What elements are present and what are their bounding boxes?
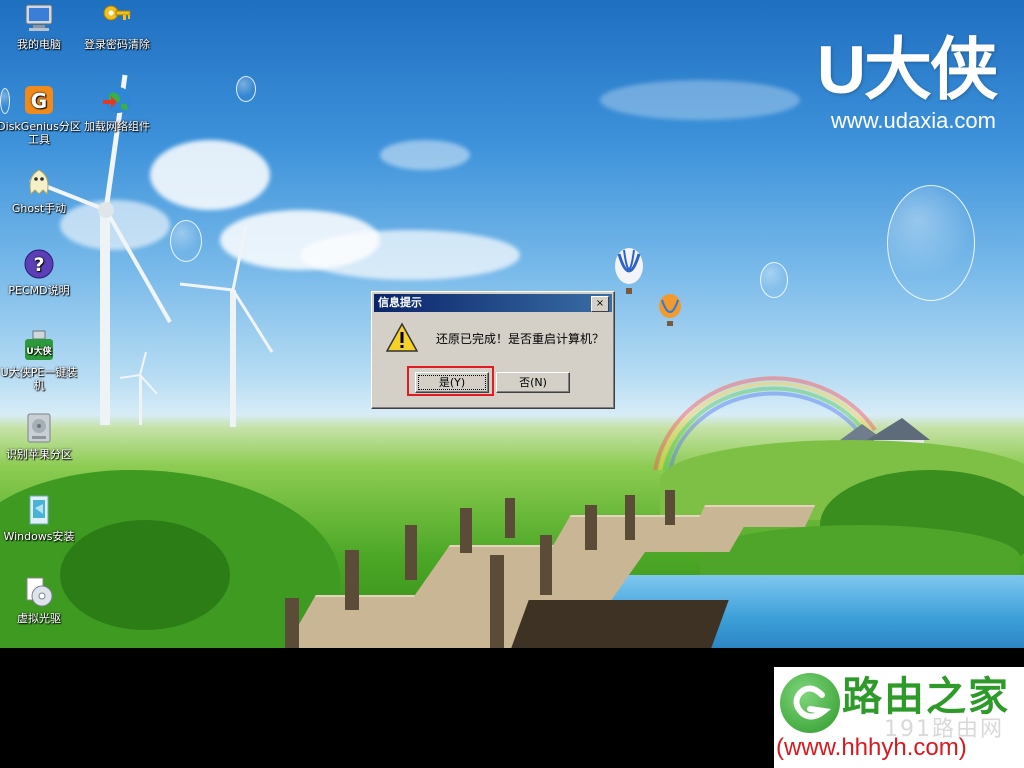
bubble [760,262,788,298]
virtual-cd-icon [23,576,55,608]
dialog-message: 还原已完成！是否重启计算机？ [436,332,605,346]
close-icon: × [595,298,605,309]
key-icon [101,2,133,34]
desktop-icon-windows-install[interactable]: Windows安装 [0,494,84,543]
windows-install-icon [23,494,55,526]
hot-air-balloon [615,248,643,294]
desktop-icon-udaxia-installer[interactable]: U大侠 U大侠PE一键装机 [0,330,84,392]
desktop-icon-label: 识别苹果分区 [6,448,72,461]
desktop-icon-ghost[interactable]: Ghost手动 [0,166,84,215]
desktop-icon-label: 虚拟光驱 [17,612,61,625]
network-globe-icon [101,84,133,116]
desktop-icon-label: 登录密码清除 [84,38,150,51]
desktop-icon-label: 加载网络组件 [84,120,150,133]
warning-icon [385,322,419,354]
dialog-title: 信息提示 [378,296,422,309]
hot-air-balloon [659,294,681,326]
no-button[interactable]: 否(N) [496,372,570,393]
desktop-icon-network[interactable]: 加载网络组件 [72,84,162,133]
router-home-logo [780,673,840,733]
svg-text:U大侠: U大侠 [26,345,52,357]
close-button[interactable]: × [591,296,609,312]
svg-text:?: ? [33,254,44,276]
udaxia-installer-icon: U大侠 [23,330,55,362]
help-icon: ? [23,248,55,280]
watermark-url: (www.hhhyh.com) [776,734,967,761]
svg-text:G: G [31,89,47,113]
bubble [887,185,975,301]
watermark: 路由之家 191路由网 (www.hhhyh.com) [774,667,1024,768]
desktop-icon-label: Windows安装 [3,530,75,543]
brand-logo: U大侠 www.udaxia.com [816,30,998,134]
desktop-icon-label: PECMD说明 [8,284,70,297]
brand-url: www.udaxia.com [830,108,996,133]
desktop-icon-label: Ghost手动 [11,202,67,215]
desktop-icon-virtual-cd[interactable]: 虚拟光驱 [0,576,84,625]
desktop-icon-password-clear[interactable]: 登录密码清除 [72,2,162,51]
computer-icon [23,2,55,34]
diskgenius-icon: G [23,84,55,116]
desktop-icon-apple-partition[interactable]: 识别苹果分区 [0,412,84,461]
desktop-icon-label: U大侠PE一键装机 [0,366,78,392]
brand-name: U大侠 [816,32,998,108]
highlight-box [407,366,494,396]
disk-icon [23,412,55,444]
ghost-icon [23,166,55,198]
desktop-icon-pecmd[interactable]: ? PECMD说明 [0,248,84,297]
dialog-titlebar[interactable]: 信息提示 × [374,294,612,312]
